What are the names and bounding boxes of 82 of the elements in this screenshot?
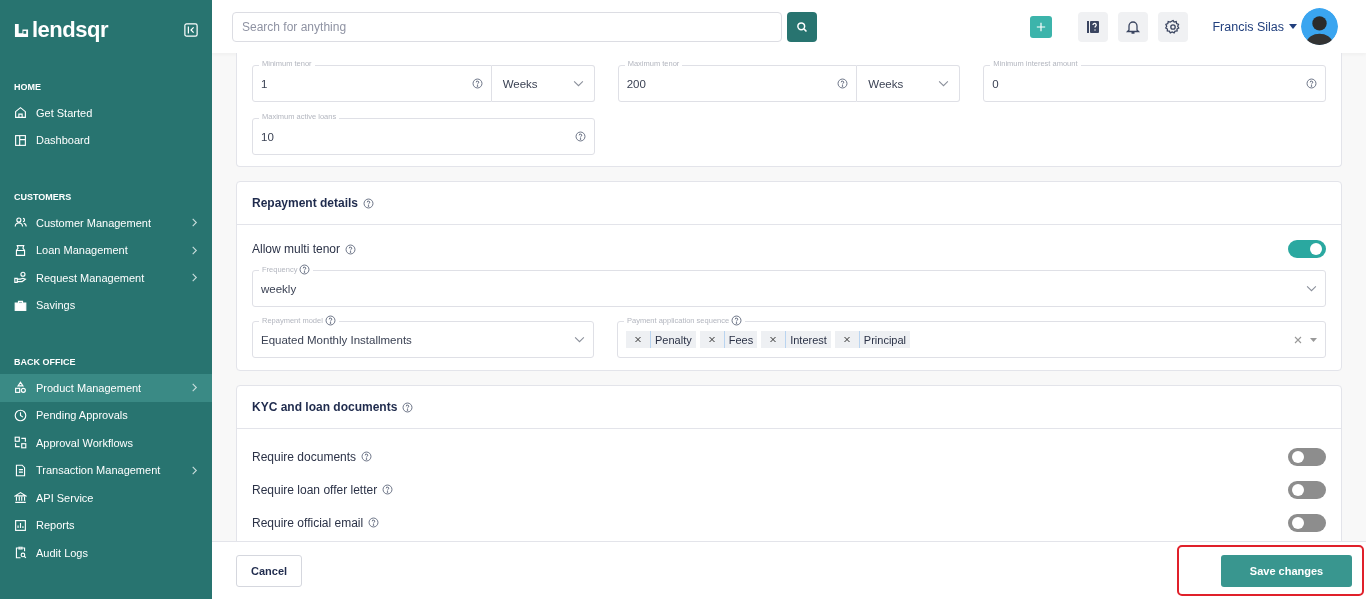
sidebar-item[interactable]: Request Management — [0, 264, 212, 292]
caret-down-icon[interactable] — [1310, 337, 1317, 342]
sidebar-item[interactable]: Transaction Management — [0, 456, 212, 484]
sidebar-item[interactable]: Dashboard — [0, 126, 212, 154]
add-button[interactable] — [1030, 15, 1053, 38]
section-title: Repayment details — [252, 196, 359, 210]
chevron-down-icon — [938, 80, 950, 87]
clock-icon — [14, 408, 27, 422]
home-icon — [14, 106, 27, 120]
setting-label: Allow multi tenor — [252, 242, 341, 256]
workflow-icon — [14, 436, 27, 450]
search-button[interactable] — [787, 11, 817, 42]
setting-label: Require official email — [252, 515, 364, 530]
help-icon[interactable] — [361, 451, 373, 462]
sidebar-item[interactable]: Customer Management — [0, 209, 212, 237]
chevron-down-icon — [574, 336, 585, 343]
sidebar-item[interactable]: Pending Approvals — [0, 401, 212, 429]
document-icon — [14, 463, 27, 477]
logo[interactable]: lendsqr — [14, 17, 108, 43]
briefcase-icon — [14, 298, 27, 312]
chart-icon — [14, 518, 27, 532]
notifications-button[interactable] — [1118, 11, 1149, 42]
sidebar-item[interactable]: Get Started — [0, 99, 212, 127]
unit-select[interactable]: Weeks — [857, 59, 961, 102]
help-icon[interactable] — [471, 78, 483, 89]
help-icon[interactable] — [1306, 78, 1317, 89]
collapse-sidebar-icon[interactable] — [184, 23, 198, 37]
tag[interactable]: Fees — [699, 331, 758, 348]
sidebar-item[interactable]: Product Management — [0, 374, 212, 402]
help-icon[interactable] — [299, 264, 311, 275]
tag[interactable]: Penalty — [626, 331, 696, 348]
help-icon[interactable] — [368, 517, 380, 528]
jar-icon — [14, 243, 27, 257]
toggle-switch[interactable] — [1288, 480, 1326, 499]
help-icon[interactable] — [324, 315, 336, 326]
layout-icon — [14, 133, 27, 147]
user-menu[interactable]: Francis Silas — [1212, 19, 1297, 34]
sidebar-item[interactable]: API Service — [0, 484, 212, 512]
chevron-down-icon — [1306, 285, 1317, 292]
clear-icon[interactable] — [1294, 335, 1302, 344]
bell-icon — [1125, 18, 1142, 35]
sidebar-item[interactable]: Loan Management — [0, 236, 212, 264]
help-icon[interactable] — [363, 197, 375, 209]
bank-icon — [14, 491, 27, 505]
clipboard-search-icon — [14, 546, 27, 560]
cancel-button[interactable]: Cancel — [236, 554, 303, 587]
help-icon[interactable] — [402, 401, 414, 413]
setting-label: Require documents — [252, 449, 357, 464]
tag[interactable]: Principal — [834, 331, 911, 348]
section-heading: HOME — [13, 82, 42, 92]
help-icon[interactable] — [731, 315, 743, 326]
help-book-icon — [1085, 18, 1102, 35]
avatar[interactable] — [1301, 8, 1338, 45]
chevron-down-icon — [572, 80, 584, 87]
section-title: KYC and loan documents — [252, 400, 398, 414]
help-icon[interactable] — [345, 243, 357, 255]
sidebar-item[interactable]: Approval Workflows — [0, 429, 212, 457]
tag[interactable]: Interest — [761, 331, 831, 348]
save-button[interactable]: Save changes — [1221, 555, 1352, 587]
sidebar-item[interactable]: Reports — [0, 511, 212, 539]
help-icon[interactable] — [382, 484, 394, 495]
users-icon — [14, 216, 27, 230]
sidebar-item[interactable]: Savings — [0, 291, 212, 319]
settings-icon — [1165, 18, 1182, 35]
sidebar-item[interactable]: Audit Logs — [0, 539, 212, 567]
plus-icon — [1036, 20, 1047, 33]
toggle-switch[interactable] — [1288, 240, 1326, 258]
section-heading: CUSTOMERS — [13, 192, 73, 202]
caret-down-icon — [1289, 24, 1297, 29]
help-button[interactable] — [1078, 11, 1109, 42]
setting-label: Require loan offer letter — [252, 482, 378, 497]
section-heading: BACK OFFICE — [13, 357, 77, 367]
search-field[interactable]: Search for anything — [232, 11, 782, 42]
settings-button[interactable] — [1158, 11, 1189, 42]
toggle-switch[interactable] — [1288, 513, 1326, 532]
shapes-icon — [14, 381, 27, 395]
unit-select[interactable]: Weeks — [491, 59, 595, 102]
search-icon — [796, 20, 808, 33]
help-icon[interactable] — [837, 78, 849, 89]
toggle-switch[interactable] — [1288, 447, 1326, 466]
help-icon[interactable] — [574, 131, 586, 142]
hand-coin-icon — [14, 271, 27, 285]
